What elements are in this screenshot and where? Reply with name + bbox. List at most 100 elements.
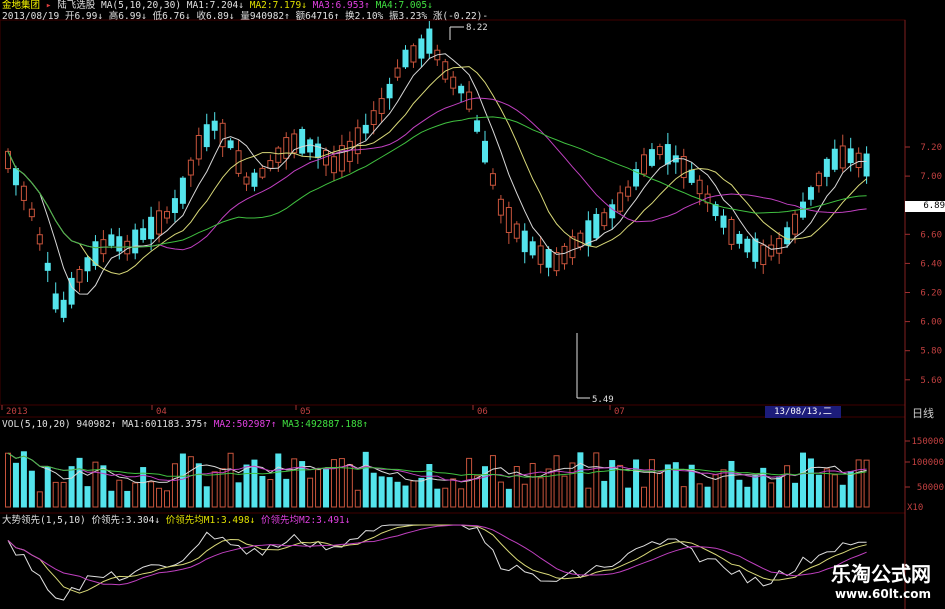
volume-bar[interactable] <box>346 464 353 508</box>
volume-bar[interactable] <box>410 480 417 508</box>
volume-bar[interactable] <box>696 483 703 508</box>
volume-bar[interactable] <box>171 463 178 508</box>
candle-body[interactable] <box>561 245 568 265</box>
candle-body[interactable] <box>259 167 266 178</box>
volume-bar[interactable] <box>489 455 496 508</box>
candle-body[interactable] <box>545 249 552 268</box>
volume-bar[interactable] <box>92 461 99 508</box>
volume-bar[interactable] <box>5 452 11 508</box>
volume-bar[interactable] <box>267 479 274 508</box>
candle-body[interactable] <box>847 148 854 164</box>
volume-bar[interactable] <box>44 466 51 508</box>
candle-body[interactable] <box>370 110 377 126</box>
volume-bar[interactable] <box>505 488 512 508</box>
candle-body[interactable] <box>593 213 600 239</box>
volume-bar[interactable] <box>68 466 75 508</box>
volume-bar[interactable] <box>807 458 814 508</box>
candle-body[interactable] <box>195 134 202 160</box>
indicator-name[interactable]: 陆飞选股 <box>57 0 95 11</box>
volume-bar[interactable] <box>521 483 528 508</box>
volume-bar[interactable] <box>863 459 870 508</box>
volume-bar[interactable] <box>60 481 67 508</box>
candle-body[interactable] <box>776 238 783 254</box>
candle-body[interactable] <box>664 144 671 165</box>
candle-body[interactable] <box>839 145 846 169</box>
volume-bar[interactable] <box>418 477 425 508</box>
candle-body[interactable] <box>243 176 250 185</box>
volume-bar[interactable] <box>474 475 481 508</box>
candle-body[interactable] <box>12 168 19 186</box>
candle-body[interactable] <box>132 229 139 254</box>
candle-body[interactable] <box>275 147 282 163</box>
volume-bar[interactable] <box>402 485 409 508</box>
candle-body[interactable] <box>815 172 822 187</box>
volume-bar[interactable] <box>744 486 751 508</box>
volume-bar[interactable] <box>370 472 377 508</box>
candle-body[interactable] <box>84 257 91 272</box>
candle-body[interactable] <box>784 227 791 245</box>
candle-body[interactable] <box>211 120 218 131</box>
candle-body[interactable] <box>505 207 512 233</box>
candle-body[interactable] <box>267 160 274 169</box>
volume-bar[interactable] <box>299 461 306 508</box>
volume-bar[interactable] <box>116 479 123 508</box>
candle-body[interactable] <box>148 216 155 240</box>
volume-bar[interactable] <box>100 465 107 508</box>
volume-bar[interactable] <box>855 459 862 508</box>
candle-body[interactable] <box>44 262 51 271</box>
volume-bar[interactable] <box>537 477 544 508</box>
candle-body[interactable] <box>855 152 862 169</box>
volume-bar[interactable] <box>625 487 632 508</box>
candle-body[interactable] <box>450 76 457 89</box>
volume-bar[interactable] <box>823 468 830 508</box>
candle-body[interactable] <box>513 223 520 239</box>
candle-body[interactable] <box>378 98 385 114</box>
candle-body[interactable] <box>537 245 544 265</box>
volume-bar[interactable] <box>291 458 298 508</box>
candle-body[interactable] <box>768 244 775 257</box>
volume-bar[interactable] <box>330 459 337 508</box>
volume-bar[interactable] <box>132 482 139 508</box>
candle-body[interactable] <box>831 148 838 170</box>
volume-bar[interactable] <box>784 465 791 508</box>
volume-bar[interactable] <box>839 484 846 508</box>
volume-bar[interactable] <box>378 476 385 508</box>
volume-bar[interactable] <box>847 471 854 508</box>
volume-bar[interactable] <box>728 460 735 508</box>
volume-bar[interactable] <box>323 469 329 508</box>
candle-body[interactable] <box>203 124 210 148</box>
candle-body[interactable] <box>688 169 695 183</box>
volume-bar[interactable] <box>601 480 608 508</box>
volume-bar[interactable] <box>36 491 43 508</box>
candle-body[interactable] <box>728 219 735 245</box>
candle-body[interactable] <box>760 244 767 266</box>
candle-body[interactable] <box>744 238 751 253</box>
volume-bar[interactable] <box>179 453 186 508</box>
candle-body[interactable] <box>116 236 123 252</box>
candle-body[interactable] <box>752 238 759 262</box>
volume-bar[interactable] <box>617 464 624 508</box>
candle-body[interactable] <box>227 140 234 149</box>
volume-bar[interactable] <box>760 467 767 508</box>
candle-body[interactable] <box>792 213 799 235</box>
volume-bar[interactable] <box>235 482 242 508</box>
volume-bar[interactable] <box>283 478 290 508</box>
volume-bar[interactable] <box>656 472 663 508</box>
candle-body[interactable] <box>553 252 560 272</box>
volume-bar[interactable] <box>187 456 194 508</box>
volume-bar[interactable] <box>815 474 822 508</box>
stock-name[interactable]: 金地集团 <box>2 0 40 11</box>
candle-body[interactable] <box>521 230 528 253</box>
volume-bar[interactable] <box>354 489 361 508</box>
volume-bar[interactable] <box>466 457 473 508</box>
candle-body[interactable] <box>648 149 655 166</box>
candle-body[interactable] <box>402 49 409 68</box>
candle-body[interactable] <box>497 198 504 216</box>
volume-bar[interactable] <box>124 490 131 508</box>
volume-bars[interactable] <box>5 451 870 508</box>
candle-body[interactable] <box>529 241 536 256</box>
candle-body[interactable] <box>187 159 194 176</box>
volume-bar[interactable] <box>203 486 210 508</box>
candle-body[interactable] <box>307 139 314 153</box>
volume-bar[interactable] <box>76 457 83 508</box>
